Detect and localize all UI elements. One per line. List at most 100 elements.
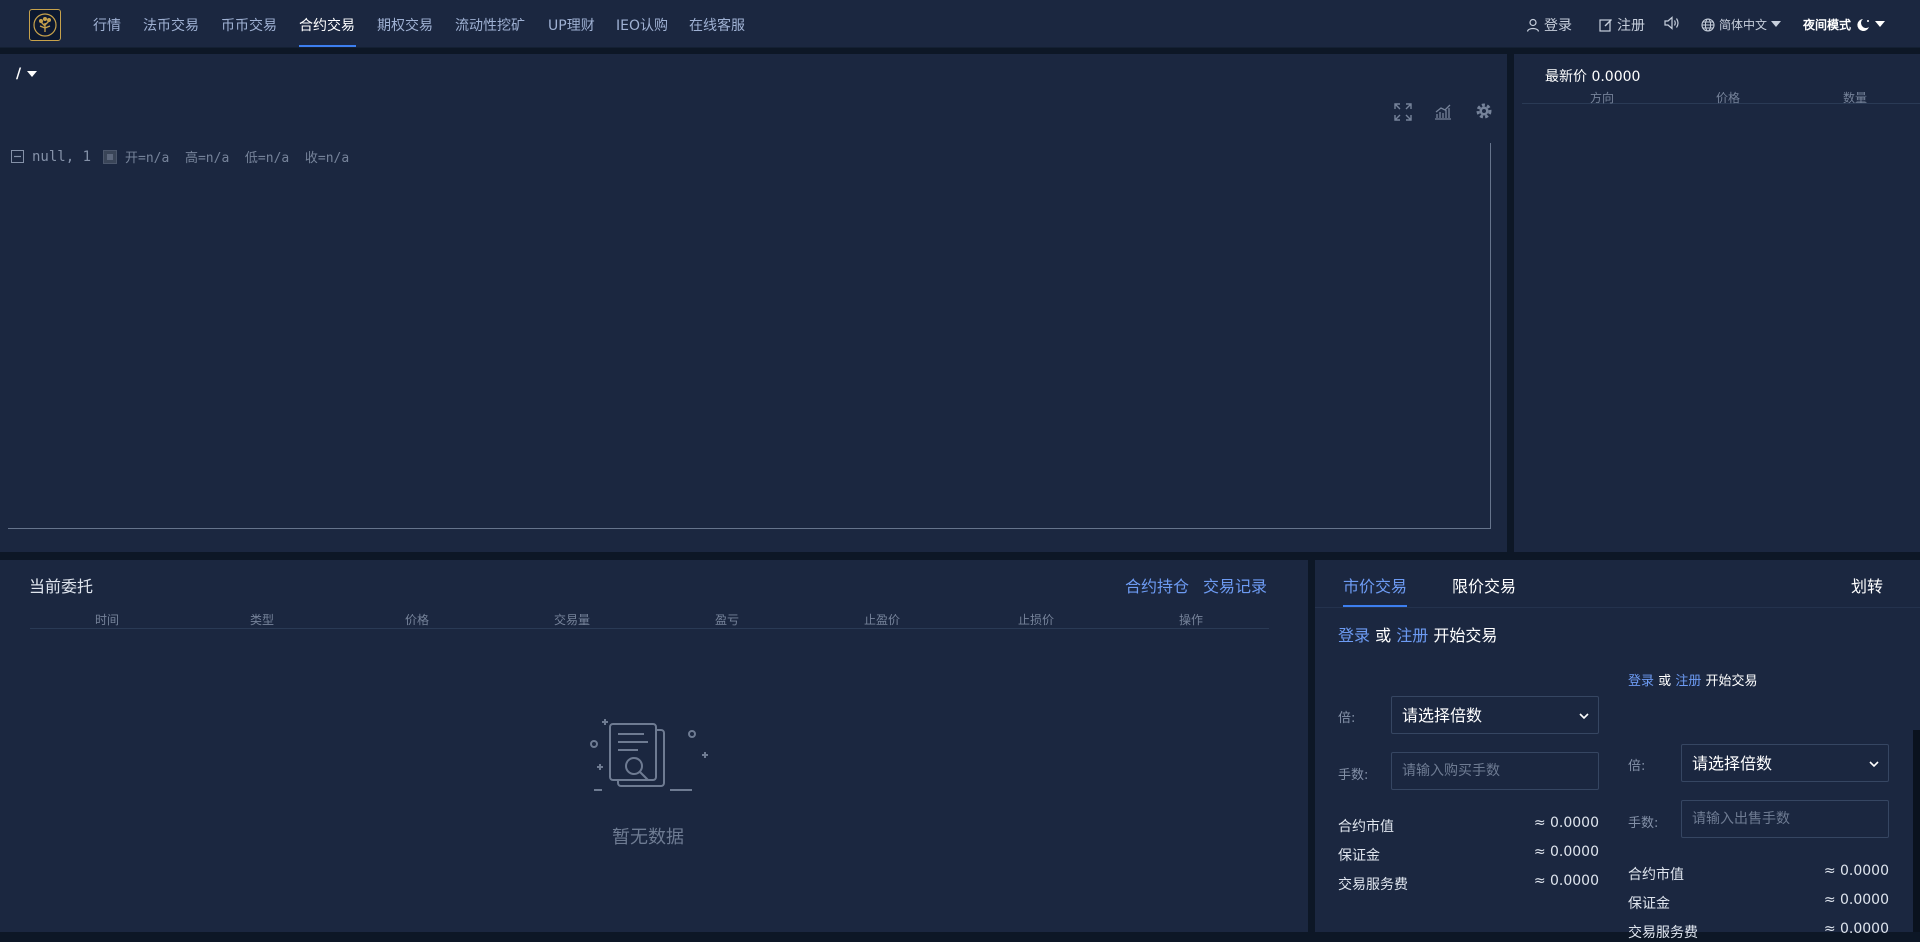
trade-panel: 市价交易 限价交易 划转 登录 或 注册 开始交易 倍: 请选择倍数 手数: 合… — [1315, 560, 1920, 941]
nav-up-finance[interactable]: UP理财 — [548, 15, 595, 35]
col-action: 操作 — [1178, 613, 1204, 627]
buy-fee-label: 交易服务费 — [1338, 877, 1408, 893]
buy-qty-input[interactable] — [1391, 752, 1599, 790]
tree-logo-icon — [33, 13, 57, 37]
tab-market-trade[interactable]: 市价交易 — [1343, 573, 1407, 597]
orders-table-header: 时间 类型 价格 交易量 盈亏 止盈价 止损价 操作 — [30, 605, 1269, 629]
col-volume: 交易量 — [553, 613, 591, 627]
latest-price-value: 0.0000 — [1591, 69, 1641, 85]
indicator-icon[interactable] — [1433, 102, 1453, 122]
nav-liquidity-mining[interactable]: 流动性挖矿 — [455, 15, 525, 35]
trade-start-text: 开始交易 — [1433, 626, 1498, 645]
col-price: 价格 — [404, 613, 430, 627]
speaker-icon — [1664, 16, 1679, 30]
buy-qty-label: 手数: — [1338, 768, 1369, 783]
header-login-button[interactable]: 登录 — [1526, 15, 1572, 35]
sell-fee-value: ≈ 0.0000 — [1823, 921, 1889, 937]
transfer-button[interactable]: 划转 — [1851, 573, 1883, 597]
sell-margin-value: ≈ 0.0000 — [1823, 892, 1889, 908]
col-time: 时间 — [94, 613, 120, 627]
col-amount: 数量 — [1842, 91, 1868, 105]
fullscreen-icon[interactable] — [1393, 102, 1413, 122]
brand-logo[interactable] — [29, 9, 61, 41]
col-pnl: 盈亏 — [714, 613, 740, 627]
orders-panel: 当前委托 合约持仓 交易记录 时间 类型 价格 交易量 盈亏 止盈价 止损价 操… — [0, 560, 1308, 932]
empty-data-text: 暂无数据 — [612, 827, 684, 848]
night-mode-toggle[interactable]: 夜间模式 — [1803, 16, 1886, 33]
header-login-label: 登录 — [1544, 18, 1572, 34]
page-scrollbar[interactable] — [1913, 730, 1920, 932]
latest-price: 最新价 0.0000 — [1545, 66, 1640, 86]
symbol-selector[interactable]: / — [16, 66, 38, 82]
sell-leverage-select[interactable]: 请选择倍数 — [1681, 744, 1889, 782]
buy-leverage-label: 倍: — [1338, 711, 1356, 726]
chevron-down-icon — [1579, 713, 1589, 720]
orderbook-header: 方向 价格 数量 — [1522, 84, 1920, 105]
nav-options-trade[interactable]: 期权交易 — [377, 15, 433, 35]
sell-start-text: 开始交易 — [1705, 674, 1758, 689]
legend-ohlc: 开=n/a 高=n/a 低=n/a 收=n/a — [125, 151, 350, 166]
nav-ieo[interactable]: IEO认购 — [616, 15, 668, 35]
chart-legend: null, 1 开=n/a 高=n/a 低=n/a 收=n/a — [11, 147, 349, 166]
col-take-profit: 止盈价 — [863, 613, 901, 627]
moon-icon — [1857, 18, 1870, 31]
col-direction: 方向 — [1589, 91, 1615, 105]
orders-title: 当前委托 — [29, 577, 94, 596]
language-label: 简体中文 — [1719, 18, 1768, 32]
nav-contract-trade[interactable]: 合约交易 — [299, 15, 355, 35]
nav-fiat-trade[interactable]: 法币交易 — [143, 15, 199, 35]
records-link[interactable]: 交易记录 — [1203, 573, 1267, 597]
positions-link[interactable]: 合约持仓 — [1125, 573, 1189, 597]
empty-data-icon — [590, 719, 708, 791]
buy-margin-label: 保证金 — [1338, 848, 1380, 864]
symbol-label: / — [16, 66, 22, 82]
sell-login-prompt: 登录 或 注册 开始交易 — [1628, 670, 1757, 689]
buy-fee-value: ≈ 0.0000 — [1533, 873, 1599, 889]
sell-qty-input[interactable] — [1681, 800, 1889, 838]
buy-leverage-select[interactable]: 请选择倍数 — [1391, 696, 1599, 734]
buy-contract-value-label: 合约市值 — [1338, 819, 1394, 835]
language-selector[interactable]: 简体中文 — [1701, 16, 1782, 33]
sell-qty-label: 手数: — [1628, 816, 1659, 831]
night-mode-label: 夜间模式 — [1803, 18, 1852, 32]
edit-icon — [1599, 19, 1612, 32]
trade-register-link[interactable]: 注册 — [1396, 626, 1428, 645]
legend-symbol: null, 1 — [32, 148, 92, 165]
buy-contract-value: ≈ 0.0000 — [1533, 815, 1599, 831]
header-register-button[interactable]: 注册 — [1599, 15, 1645, 35]
chart-panel: / null, 1 开=n/a 高=n/a 低=n/a 收=n/a — [0, 54, 1507, 552]
sell-fee-label: 交易服务费 — [1628, 925, 1698, 941]
latest-price-label: 最新价 — [1545, 69, 1587, 85]
caret-down-icon — [27, 70, 38, 77]
sound-toggle[interactable] — [1664, 16, 1680, 30]
collapse-icon[interactable] — [11, 150, 24, 163]
settings-icon[interactable] — [1474, 101, 1494, 121]
trade-tabs-divider — [1315, 607, 1920, 608]
user-icon — [1526, 18, 1540, 32]
col-stop-loss: 止损价 — [1017, 613, 1055, 627]
trade-login-link[interactable]: 登录 — [1338, 626, 1370, 645]
tab-limit-trade[interactable]: 限价交易 — [1452, 573, 1516, 597]
sell-margin-label: 保证金 — [1628, 896, 1670, 912]
top-navbar: 行情 法币交易 币币交易 合约交易 期权交易 流动性挖矿 UP理财 IEO认购 … — [0, 0, 1920, 48]
header-register-label: 注册 — [1617, 18, 1645, 34]
nav-active-indicator — [299, 45, 356, 47]
sell-contract-value: ≈ 0.0000 — [1823, 863, 1889, 879]
col-price: 价格 — [1715, 91, 1741, 105]
caret-down-icon — [1875, 21, 1886, 27]
nav-market[interactable]: 行情 — [93, 15, 121, 35]
globe-icon — [1701, 17, 1715, 32]
sell-login-link[interactable]: 登录 — [1628, 674, 1654, 689]
orderbook-panel: 最新价 0.0000 方向 价格 数量 — [1514, 54, 1920, 552]
sell-register-link[interactable]: 注册 — [1675, 674, 1701, 689]
trade-login-prompt: 登录 或 注册 开始交易 — [1338, 622, 1497, 646]
chart-area[interactable]: null, 1 开=n/a 高=n/a 低=n/a 收=n/a — [8, 143, 1491, 529]
nav-online-service[interactable]: 在线客服 — [689, 15, 745, 35]
sell-contract-value-label: 合约市值 — [1628, 867, 1684, 883]
col-type: 类型 — [249, 613, 275, 627]
visibility-icon[interactable] — [103, 149, 118, 164]
sell-or-text: 或 — [1658, 674, 1672, 689]
nav-spot-trade[interactable]: 币币交易 — [221, 15, 277, 35]
chevron-down-icon — [1869, 761, 1879, 768]
buy-margin-value: ≈ 0.0000 — [1533, 844, 1599, 860]
